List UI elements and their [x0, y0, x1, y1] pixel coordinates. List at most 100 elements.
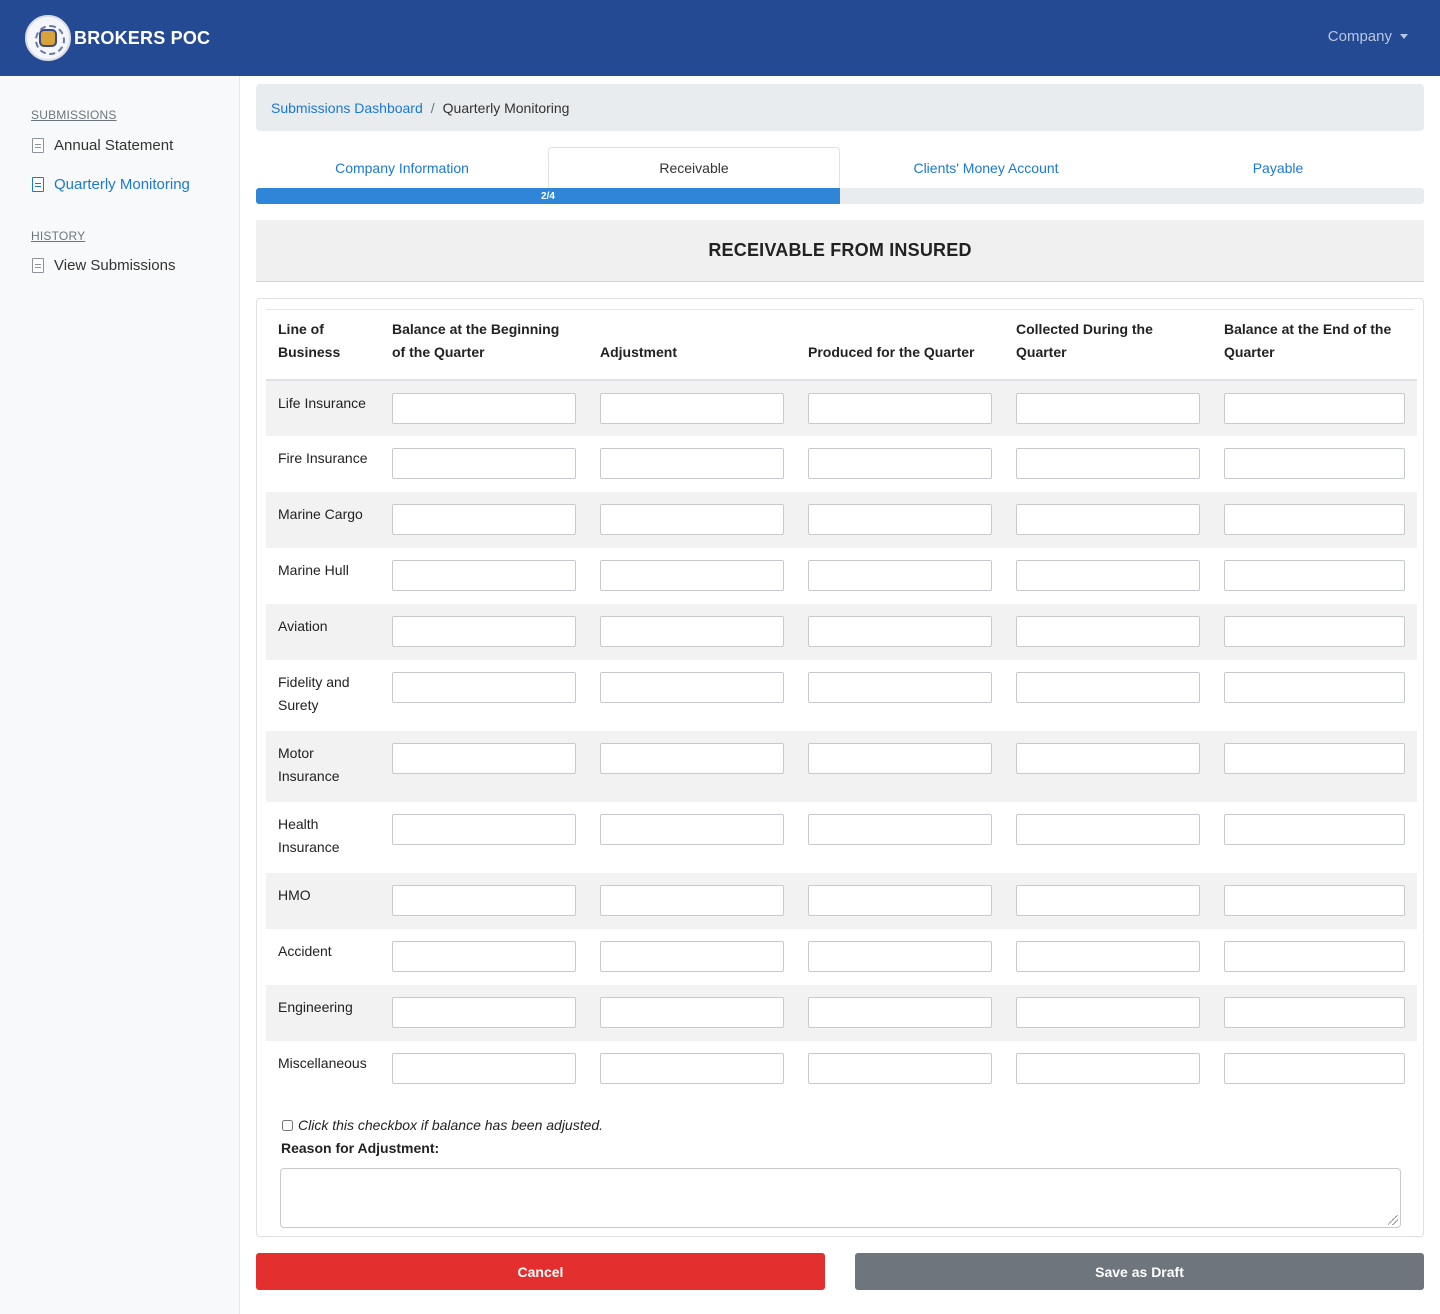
- amount-input[interactable]: [392, 997, 576, 1028]
- amount-cell: [796, 873, 1004, 929]
- amount-input[interactable]: [392, 743, 576, 774]
- amount-input[interactable]: [600, 672, 784, 703]
- amount-input[interactable]: [392, 393, 576, 424]
- amount-input[interactable]: [600, 448, 784, 479]
- amount-input[interactable]: [808, 560, 992, 591]
- amount-input[interactable]: [808, 672, 992, 703]
- amount-input[interactable]: [600, 743, 784, 774]
- amount-input[interactable]: [392, 1053, 576, 1084]
- reason-textarea[interactable]: [280, 1168, 1401, 1228]
- amount-input[interactable]: [1224, 1053, 1405, 1084]
- tab-clients-money-account[interactable]: Clients' Money Account: [840, 147, 1132, 188]
- amount-input[interactable]: [808, 393, 992, 424]
- amount-cell: [380, 929, 588, 985]
- amount-input[interactable]: [600, 814, 784, 845]
- amount-input[interactable]: [808, 1053, 992, 1084]
- line-of-business-cell: Health Insurance: [278, 816, 340, 855]
- column-header: Collected During the Quarter: [1004, 310, 1212, 381]
- adjustment-checkbox-label: Click this checkbox if balance has been …: [298, 1117, 604, 1133]
- amount-input[interactable]: [808, 885, 992, 916]
- amount-input[interactable]: [808, 448, 992, 479]
- amount-input[interactable]: [600, 885, 784, 916]
- sidebar-heading-submissions: SUBMISSIONS: [31, 108, 117, 122]
- table-row: Health Insurance: [266, 802, 1417, 873]
- progress-bar-fill: 2/4: [256, 188, 840, 204]
- amount-input[interactable]: [392, 560, 576, 591]
- amount-input[interactable]: [808, 997, 992, 1028]
- amount-input[interactable]: [1016, 941, 1200, 972]
- tab-company-information[interactable]: Company Information: [256, 147, 548, 188]
- amount-cell: [588, 985, 796, 1041]
- tab-receivable[interactable]: Receivable: [548, 147, 840, 188]
- amount-input[interactable]: [1224, 885, 1405, 916]
- amount-cell: [1212, 802, 1417, 873]
- amount-input[interactable]: [600, 941, 784, 972]
- sidebar-item-quarterly-monitoring[interactable]: Quarterly Monitoring: [32, 176, 190, 193]
- amount-cell: [1212, 731, 1417, 802]
- amount-input[interactable]: [1224, 672, 1405, 703]
- amount-cell: [588, 548, 796, 604]
- column-header: Balance at the End of the Quarter: [1212, 310, 1417, 381]
- amount-input[interactable]: [392, 814, 576, 845]
- amount-input[interactable]: [600, 616, 784, 647]
- amount-cell: [588, 802, 796, 873]
- amount-input[interactable]: [1224, 616, 1405, 647]
- amount-input[interactable]: [392, 941, 576, 972]
- breadcrumb-link-dashboard[interactable]: Submissions Dashboard: [271, 100, 423, 116]
- amount-input[interactable]: [1016, 616, 1200, 647]
- amount-cell: [380, 604, 588, 660]
- amount-input[interactable]: [808, 616, 992, 647]
- table-row: Fidelity and Surety: [266, 660, 1417, 731]
- tab-payable[interactable]: Payable: [1132, 147, 1424, 188]
- amount-input[interactable]: [808, 504, 992, 535]
- amount-input[interactable]: [600, 393, 784, 424]
- resize-grip-icon[interactable]: [1388, 1215, 1398, 1225]
- amount-input[interactable]: [392, 504, 576, 535]
- amount-input[interactable]: [392, 616, 576, 647]
- amount-input[interactable]: [1224, 941, 1405, 972]
- amount-cell: [1212, 548, 1417, 604]
- amount-input[interactable]: [1224, 814, 1405, 845]
- amount-input[interactable]: [1224, 997, 1405, 1028]
- brand[interactable]: BROKERS POC: [25, 15, 210, 61]
- sidebar-item-annual-statement[interactable]: Annual Statement: [32, 137, 173, 154]
- amount-input[interactable]: [1016, 885, 1200, 916]
- amount-input[interactable]: [1016, 448, 1200, 479]
- amount-input[interactable]: [1016, 393, 1200, 424]
- amount-input[interactable]: [808, 941, 992, 972]
- save-as-draft-button[interactable]: Save as Draft: [855, 1253, 1424, 1290]
- amount-input[interactable]: [392, 448, 576, 479]
- amount-input[interactable]: [1016, 560, 1200, 591]
- amount-input[interactable]: [1016, 504, 1200, 535]
- adjustment-checkbox[interactable]: [282, 1119, 293, 1131]
- amount-input[interactable]: [600, 504, 784, 535]
- amount-input[interactable]: [1224, 393, 1405, 424]
- amount-input[interactable]: [600, 560, 784, 591]
- amount-cell: [380, 1041, 588, 1097]
- amount-cell: [588, 929, 796, 985]
- amount-input[interactable]: [1224, 448, 1405, 479]
- amount-input[interactable]: [1224, 743, 1405, 774]
- amount-cell: [588, 380, 796, 436]
- amount-input[interactable]: [808, 814, 992, 845]
- amount-input[interactable]: [392, 672, 576, 703]
- amount-input[interactable]: [1016, 672, 1200, 703]
- company-dropdown[interactable]: Company: [1328, 28, 1408, 45]
- amount-input[interactable]: [808, 743, 992, 774]
- amount-input[interactable]: [600, 997, 784, 1028]
- amount-input[interactable]: [1016, 1053, 1200, 1084]
- amount-input[interactable]: [600, 1053, 784, 1084]
- sidebar-item-view-submissions[interactable]: View Submissions: [32, 257, 175, 274]
- brand-title: BROKERS POC: [74, 27, 211, 48]
- amount-input[interactable]: [1224, 560, 1405, 591]
- receivable-table: Line of Business Balance at the Beginnin…: [266, 310, 1417, 1097]
- amount-input[interactable]: [392, 885, 576, 916]
- amount-input[interactable]: [1016, 743, 1200, 774]
- table-row: Accident: [266, 929, 1417, 985]
- amount-input[interactable]: [1016, 997, 1200, 1028]
- cancel-button[interactable]: Cancel: [256, 1253, 825, 1290]
- amount-input[interactable]: [1016, 814, 1200, 845]
- amount-input[interactable]: [1224, 504, 1405, 535]
- adjustment-checkbox-row[interactable]: Click this checkbox if balance has been …: [282, 1117, 603, 1133]
- table-row: Miscellaneous: [266, 1041, 1417, 1097]
